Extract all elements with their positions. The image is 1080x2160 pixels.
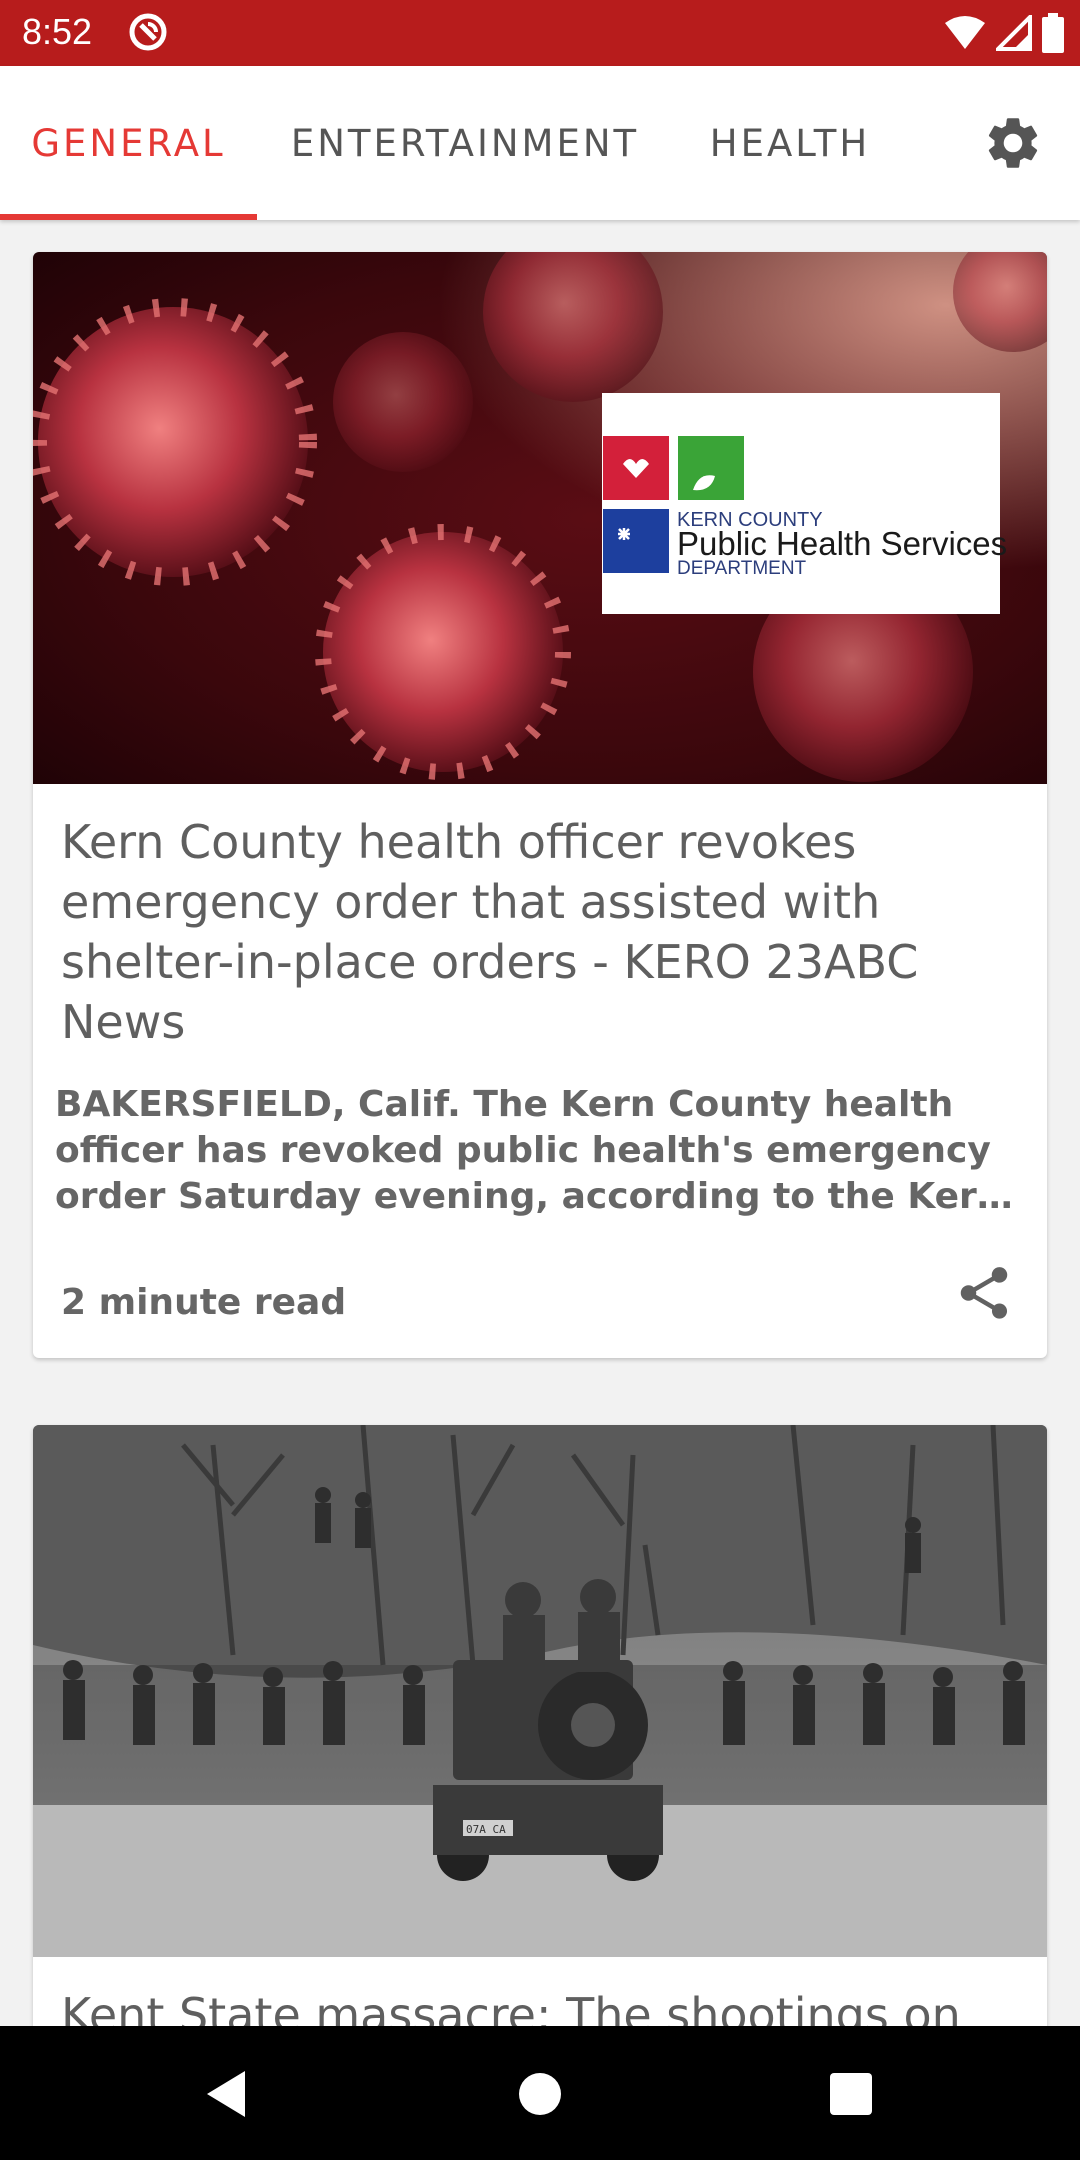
- app-notification-icon: [129, 13, 167, 51]
- recent-apps-icon[interactable]: [829, 2072, 873, 2116]
- status-bar: 8:52: [0, 0, 1080, 66]
- article-description: BAKERSFIELD, Calif. The Kern County heal…: [55, 1082, 1030, 1220]
- tab-label: HEALTH: [709, 121, 871, 165]
- cellular-signal-icon: [996, 15, 1032, 51]
- share-icon[interactable]: [953, 1262, 1015, 1324]
- article-card[interactable]: KERN COUNTY Public Health Services DEPAR…: [33, 252, 1047, 1358]
- wifi-icon: [945, 16, 985, 49]
- system-navigation-bar: [0, 2026, 1080, 2160]
- vehicle-plate: 07A CA: [466, 1823, 506, 1836]
- article-description-text: BAKERSFIELD, Calif. The Kern County heal…: [55, 1084, 1003, 1217]
- tab-label: ENTERTAINMENT: [290, 121, 640, 165]
- active-tab-indicator: [0, 214, 257, 220]
- article-image: KERN COUNTY Public Health Services DEPAR…: [33, 252, 1047, 784]
- status-time: 8:52: [22, 11, 93, 52]
- article-image: 07A CA: [33, 1425, 1047, 1957]
- category-tab-bar: GENERAL ENTERTAINMENT HEALTH: [0, 66, 1080, 220]
- article-title: Kern County health officer revokes emerg…: [61, 815, 919, 1049]
- back-icon[interactable]: [203, 2069, 247, 2119]
- tab-health[interactable]: HEALTH: [690, 66, 890, 220]
- logo-line-2: Public Health Services: [677, 525, 1007, 562]
- status-icons: [944, 12, 1064, 54]
- settings-gear-icon[interactable]: [982, 112, 1044, 174]
- tab-label: GENERAL: [31, 121, 226, 165]
- read-time: 2 minute read: [61, 1282, 347, 1323]
- tab-entertainment[interactable]: ENTERTAINMENT: [270, 66, 660, 220]
- logo-line-3: DEPARTMENT: [677, 558, 807, 579]
- tab-general[interactable]: GENERAL: [0, 66, 257, 220]
- battery-icon: [1042, 13, 1064, 53]
- home-icon[interactable]: [518, 2072, 562, 2116]
